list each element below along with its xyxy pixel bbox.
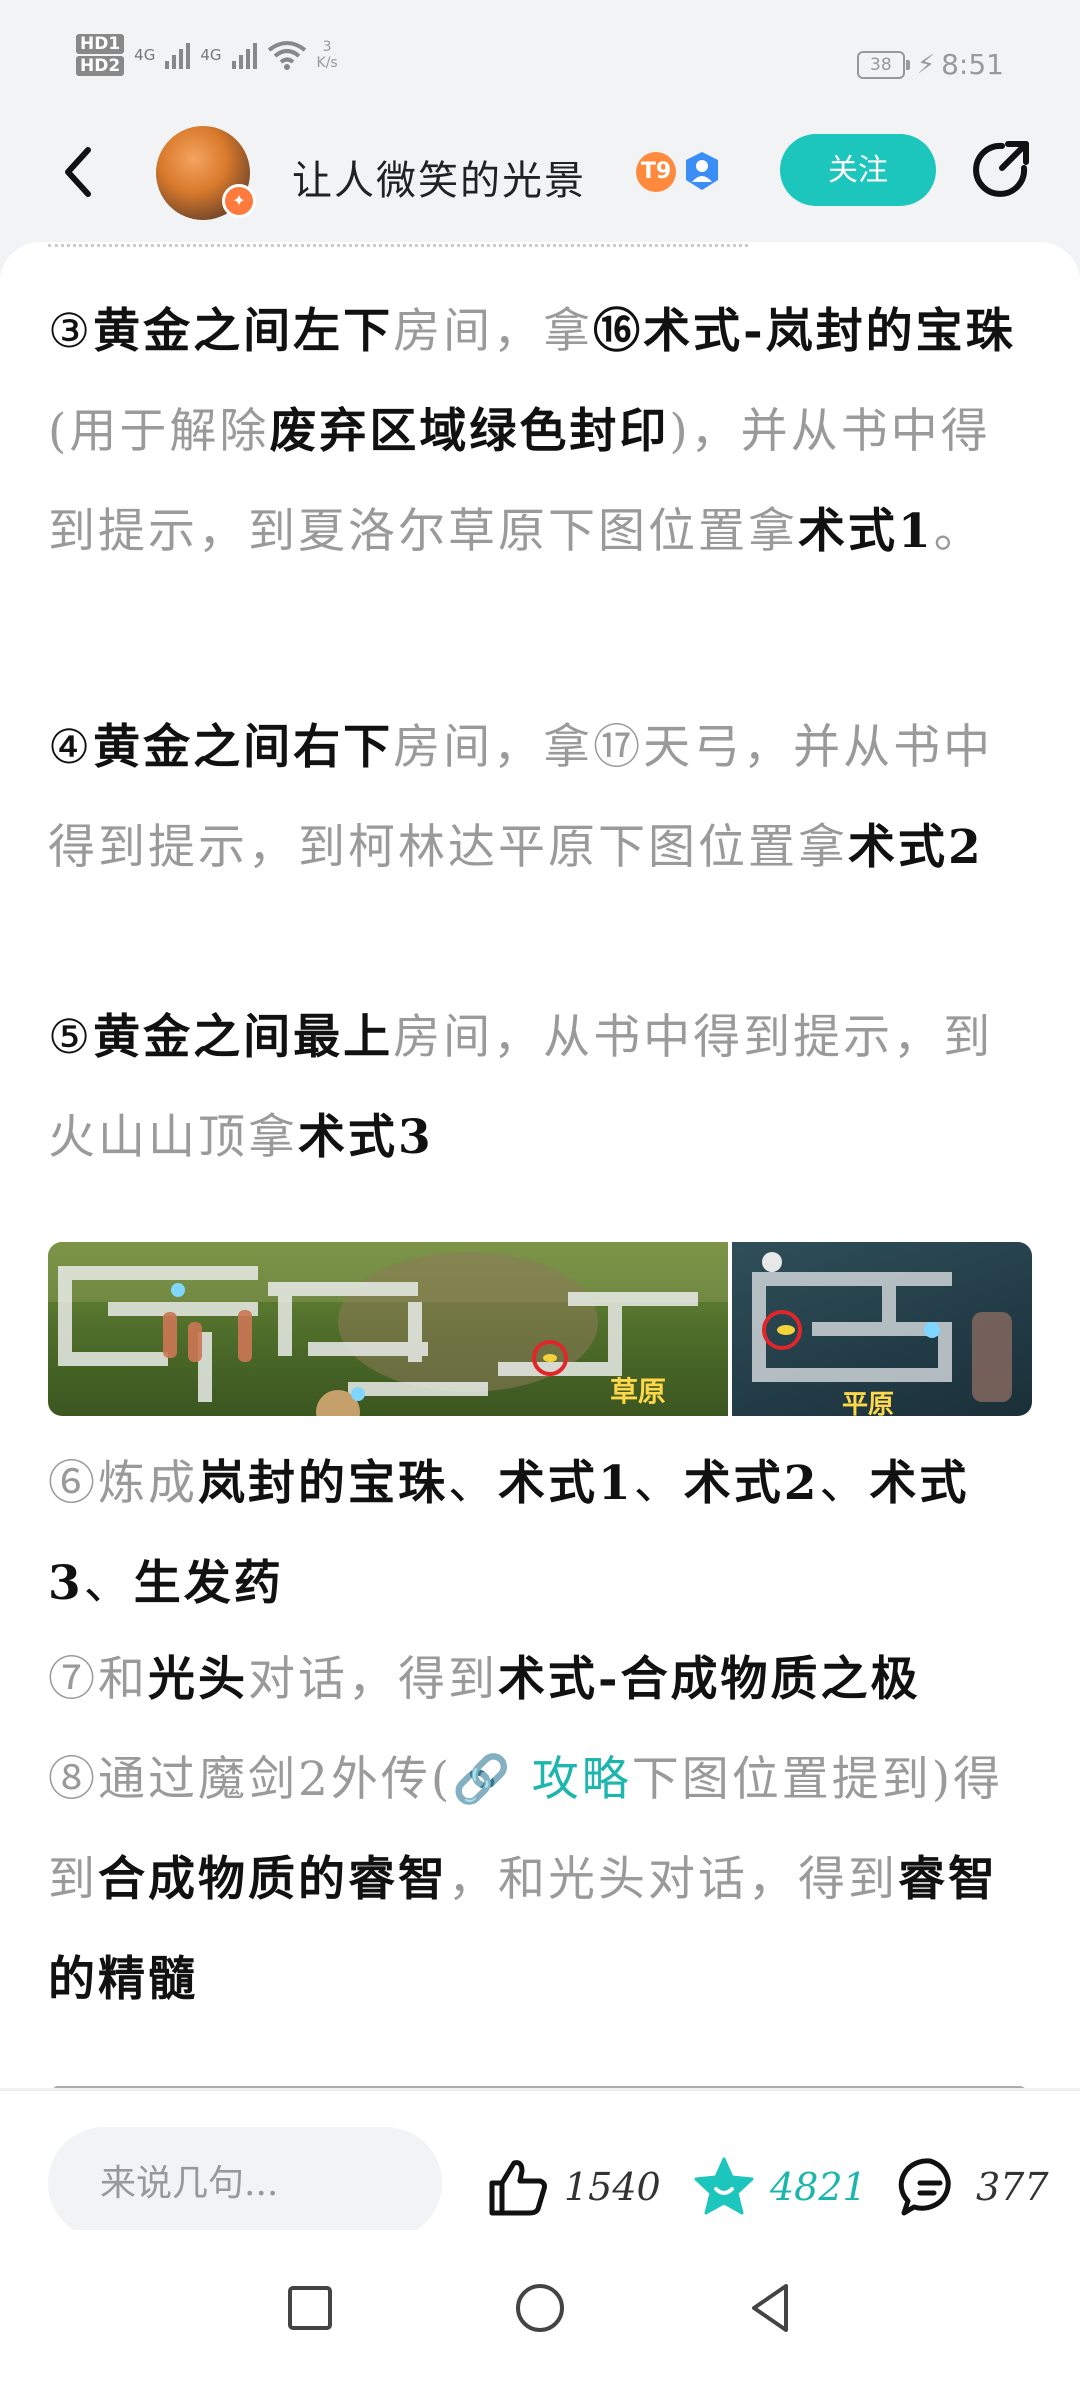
hd-indicators: HD1 HD2	[76, 34, 125, 76]
network-speed: 3 K/s	[316, 39, 338, 71]
text-run: 生发药	[133, 1556, 284, 1611]
network-type-1: 4G	[134, 46, 156, 64]
text-run: 黄金之间左下	[93, 304, 394, 359]
grassland-map-image[interactable]: 草原	[48, 1242, 728, 1416]
hd1-badge: HD1	[76, 34, 125, 54]
step-6-paragraph: ⑥炼成岚封的宝珠、术式1、术式2、术式3、生发药	[48, 1434, 1038, 1634]
text-run: ④	[48, 720, 94, 775]
embedded-card-edge	[52, 2086, 1026, 2088]
signal-2-icon	[231, 41, 257, 69]
follow-button[interactable]: 关注	[780, 134, 936, 206]
text-run: 、	[448, 1456, 498, 1511]
author-name[interactable]: 让人微笑的光景	[292, 148, 586, 206]
plains-map-image[interactable]: 平原	[732, 1242, 1032, 1416]
author-avatar[interactable]: ✦	[156, 126, 256, 220]
text-run: 。	[933, 504, 984, 559]
plains-map-label: 平原	[842, 1390, 895, 1416]
comment-bubble-icon	[898, 2158, 951, 2216]
status-left: HD1 HD2 4G 4G 3 K/s	[76, 34, 338, 76]
text-run: 对话，得到	[248, 1652, 498, 1707]
text-run: 废弃区域绿色封印	[269, 404, 670, 459]
step-3-paragraph: ③黄金之间左下房间，拿⑯术式-岚封的宝珠(用于解除废弃区域绿色封印)，并从书中得…	[48, 282, 1038, 582]
article-content: ③黄金之间左下房间，拿⑯术式-岚封的宝珠(用于解除废弃区域绿色封印)，并从书中得…	[0, 242, 1080, 2088]
recent-apps-icon[interactable]	[282, 2280, 338, 2336]
step-4-paragraph: ④黄金之间右下房间，拿⑰天弓，并从书中得到提示，到柯林达平原下图位置拿术式2	[48, 698, 1038, 898]
text-run: 、	[633, 1456, 684, 1511]
level-badge: T9	[636, 152, 676, 192]
text-run: 术式-合成物质之极	[498, 1652, 921, 1707]
hd2-badge: HD2	[76, 56, 125, 76]
text-run: 合成物质的睿智	[98, 1852, 448, 1907]
grassland-map-label: 草原	[610, 1375, 667, 1408]
charging-icon: ⚡	[916, 49, 936, 80]
author-badge-icon: ✦	[222, 184, 256, 218]
text-run: 岚封的宝珠	[198, 1456, 448, 1511]
star-icon	[694, 2157, 754, 2215]
thumbs-up-icon	[489, 2160, 547, 2216]
text-run: 光头	[148, 1652, 248, 1707]
comment-input[interactable]: 来说几句...	[48, 2127, 442, 2239]
back-arrow-icon[interactable]	[58, 144, 98, 200]
guide-link[interactable]: 🔗 攻略	[452, 1752, 631, 1807]
text-run: 术式2	[683, 1456, 820, 1511]
text-run: 黄金之间最上	[93, 1010, 394, 1065]
system-navigation-bar	[0, 2230, 1080, 2388]
comment-count: 377	[976, 2165, 1049, 2209]
comments-button[interactable]: 377	[898, 2155, 1049, 2219]
text-run: ⑥炼成	[48, 1456, 198, 1511]
bottom-action-bar: 来说几句... 1540 4821 377	[0, 2090, 1080, 2239]
step-8-paragraph: ⑧通过魔剑2外传(🔗 攻略下图位置提到)得到合成物质的睿智，和光头对话，得到睿智…	[48, 1730, 1038, 2030]
text-run: 术式1	[498, 1456, 634, 1511]
text-run: 、	[83, 1556, 134, 1611]
text-run: ⑦和	[48, 1652, 148, 1707]
text-run: ⑧通过魔剑2外传(	[48, 1752, 453, 1807]
post-header: ✦ 让人微笑的光景 T9 关注	[0, 120, 1080, 238]
battery-icon: 38	[856, 50, 910, 79]
text-run: (用于解除	[48, 404, 270, 459]
verified-user-icon	[686, 152, 718, 190]
home-icon[interactable]	[512, 2280, 568, 2336]
back-triangle-icon[interactable]	[742, 2280, 798, 2336]
text-run: 术式2	[848, 820, 984, 875]
text-run: 术式3	[298, 1110, 434, 1165]
text-run: 术式1	[798, 504, 934, 559]
step-5-paragraph: ⑤黄金之间最上房间，从书中得到提示，到火山山顶拿术式3	[48, 988, 1038, 1188]
text-run: ，和光头对话，得到	[448, 1852, 898, 1907]
text-run: 房间，拿	[393, 304, 594, 359]
text-run: 、	[819, 1456, 870, 1511]
like-button[interactable]: 1540	[486, 2155, 661, 2219]
previous-line-fragment	[48, 242, 748, 247]
status-right: 38 ⚡ 8:51	[856, 48, 1004, 81]
signal-1-icon	[165, 41, 191, 69]
share-icon[interactable]	[968, 138, 1032, 202]
text-run: ⑤	[48, 1010, 94, 1065]
text-run: ③	[48, 304, 94, 359]
battery-level: 38	[870, 54, 892, 75]
status-bar: HD1 HD2 4G 4G 3 K/s 38 ⚡ 8:51	[0, 0, 1080, 120]
text-run: 黄金之间右下	[93, 720, 394, 775]
like-count: 1540	[564, 2165, 661, 2209]
wifi-icon	[267, 41, 306, 70]
network-type-2: 4G	[200, 46, 222, 64]
favorite-count: 4821	[770, 2165, 867, 2209]
favorite-button[interactable]: 4821	[692, 2155, 867, 2219]
text-run: ⑯术式-岚封的宝珠	[593, 304, 1016, 359]
clock: 8:51	[941, 48, 1004, 81]
step-7-paragraph: ⑦和光头对话，得到术式-合成物质之极	[48, 1630, 1038, 1730]
